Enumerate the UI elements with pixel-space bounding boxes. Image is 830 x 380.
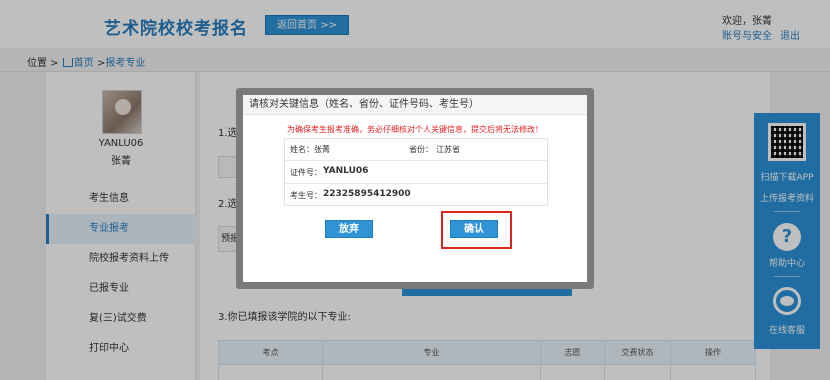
confirm-button[interactable]: 确认 bbox=[450, 220, 498, 238]
confirm-info-dialog: 请核对关键信息（姓名、省份、证件号码、考生号） 为确保考生报考准确，务必仔细核对… bbox=[243, 95, 587, 282]
cancel-button[interactable]: 放弃 bbox=[325, 220, 373, 238]
name-label: 姓名： bbox=[290, 145, 314, 154]
info-row-id: 证件号： YANLU06 bbox=[285, 161, 547, 184]
name-value: 张菁 bbox=[314, 145, 330, 154]
exam-number-label: 考生号： bbox=[290, 191, 322, 200]
province-label: 省份： bbox=[409, 145, 433, 154]
info-row-name-province: 姓名： 张菁 省份： 江苏省 bbox=[285, 139, 547, 161]
dialog-title: 请核对关键信息（姓名、省份、证件号码、考生号） bbox=[243, 95, 587, 115]
dialog-warning: 为确保考生报考准确，务必仔细核对个人关键信息，提交后将无法修改！ bbox=[287, 125, 543, 134]
exam-number-value: 22325895412900 bbox=[323, 189, 411, 199]
id-value: YANLU06 bbox=[323, 166, 369, 176]
province-value: 江苏省 bbox=[436, 145, 460, 154]
info-row-exam-number: 考生号： 22325895412900 bbox=[285, 184, 547, 206]
info-box: 姓名： 张菁 省份： 江苏省 证件号： YANLU06 考生号： 2232589… bbox=[284, 138, 548, 206]
id-label: 证件号： bbox=[290, 168, 322, 177]
